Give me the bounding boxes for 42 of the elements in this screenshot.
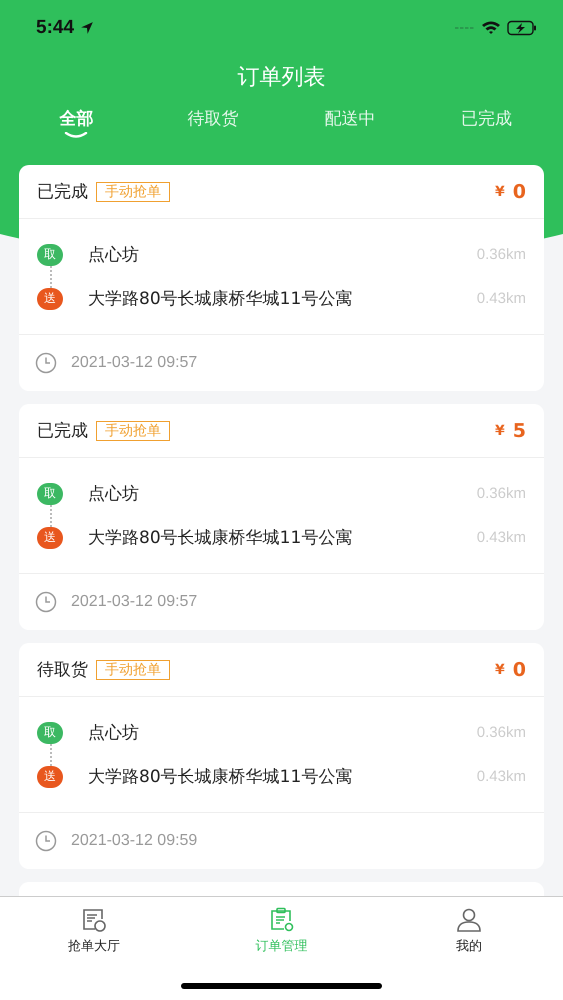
document-gear-icon	[268, 907, 294, 933]
order-time: 2021-03-12 09:57	[71, 593, 198, 611]
dropoff-address: 大学路80号长城康桥华城11号公寓	[88, 766, 354, 788]
order-time: 2021-03-12 09:59	[71, 832, 198, 850]
user-icon	[456, 907, 482, 933]
clock-icon	[35, 352, 57, 374]
nav-tab[interactable]: 我的	[375, 897, 563, 956]
dropoff-badge: 送	[37, 766, 63, 788]
order-price: 0	[512, 658, 526, 680]
pickup-name: 点心坊	[88, 722, 140, 744]
document-hand-icon	[80, 907, 107, 933]
battery-charging-icon	[507, 20, 537, 36]
wifi-icon	[481, 20, 501, 35]
order-time: 2021-03-12 09:57	[71, 354, 198, 372]
signal-icon	[455, 24, 475, 30]
order-price: 0	[512, 180, 526, 202]
order-status: 待取货	[37, 659, 88, 681]
pickup-name: 点心坊	[88, 483, 140, 505]
nav-tab[interactable]: 抢单大厅	[0, 897, 188, 956]
pickup-badge: 取	[37, 244, 63, 266]
clock-icon	[35, 591, 57, 613]
dropoff-address: 大学路80号长城康桥华城11号公寓	[88, 527, 354, 549]
currency-symbol: ¥	[495, 184, 505, 200]
pickup-badge: 取	[37, 722, 63, 744]
order-tag: 手动抢单	[96, 420, 170, 440]
status-time: 5:44	[36, 16, 74, 38]
order-status: 已完成	[37, 181, 88, 203]
dropoff-badge: 送	[37, 288, 63, 310]
dropoff-badge: 送	[37, 526, 63, 548]
currency-symbol: ¥	[495, 422, 505, 438]
pickup-name: 点心坊	[88, 244, 140, 266]
order-price: 5	[512, 420, 526, 442]
currency-symbol: ¥	[495, 662, 505, 678]
location-arrow-icon	[80, 20, 94, 34]
page-title: 订单列表	[236, 64, 326, 92]
order-tag: 手动抢单	[96, 660, 170, 680]
order-tag: 手动抢单	[96, 182, 170, 202]
tab-underline-icon	[64, 132, 88, 138]
order-status: 已完成	[37, 420, 88, 442]
dropoff-address: 大学路80号长城康桥华城11号公寓	[88, 288, 354, 310]
clock-icon	[35, 830, 57, 852]
pickup-badge: 取	[37, 482, 63, 504]
